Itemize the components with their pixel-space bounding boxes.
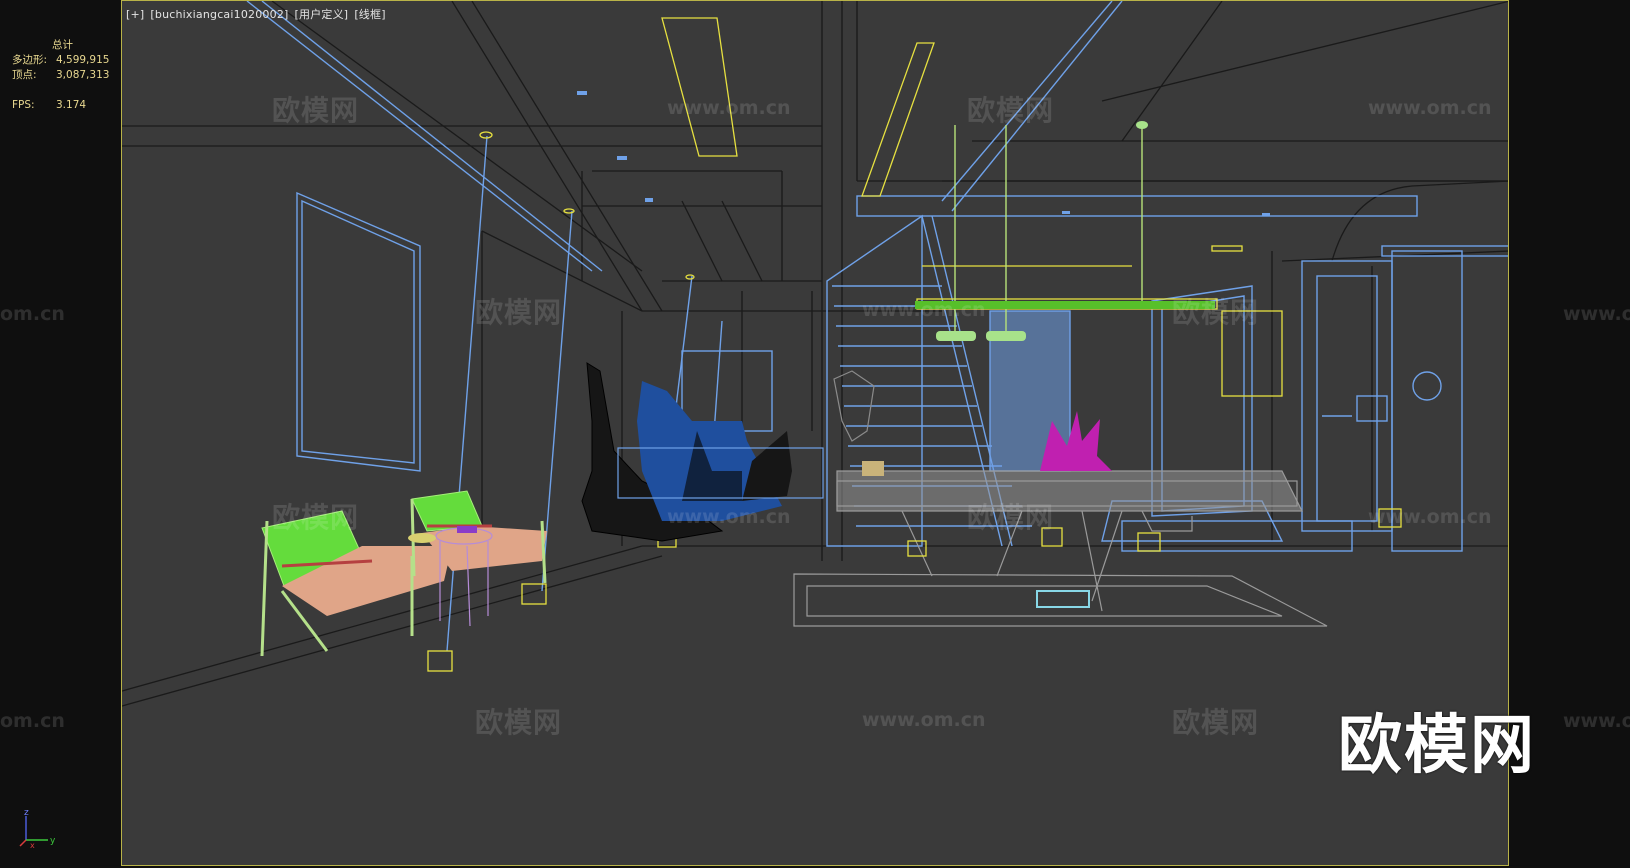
- 3d-viewport[interactable]: [+] [buchixiangcai1020002] [用户定义] [线框] 欧模网 …: [121, 0, 1509, 866]
- axis-y-label: y: [50, 836, 56, 846]
- axis-gizmo: z y x: [19, 808, 56, 848]
- watermark: www.o: [1563, 710, 1630, 732]
- fps-row: FPS: 3.174: [12, 98, 109, 113]
- vertex-count-row: 顶点: 3,087,313: [12, 68, 109, 83]
- viewport-shading-label[interactable]: [用户定义]: [295, 8, 349, 21]
- gym-equipment: [581, 362, 824, 542]
- watermark: om.cn: [0, 303, 65, 325]
- viewport-display-mode-label[interactable]: [线框]: [354, 8, 385, 21]
- axis-x-label: x: [30, 841, 35, 848]
- polygon-count-label: 多边形:: [12, 54, 48, 66]
- viewport-camera-label[interactable]: [buchixiangcai1020002]: [150, 8, 288, 21]
- polygon-count-row: 多边形: 4,599,915: [12, 53, 109, 68]
- wireframe-scene: [122, 1, 1508, 707]
- yellow-lights: [427, 17, 1402, 672]
- table-and-rug: [793, 470, 1328, 627]
- vertex-count-value: 3,087,313: [56, 69, 110, 81]
- polygon-count-value: 4,599,915: [56, 54, 110, 66]
- coffee-table: [1036, 590, 1090, 608]
- watermark: www.o: [1563, 303, 1630, 325]
- lounge-chairs: [260, 490, 547, 657]
- pendant-lights: [915, 121, 1215, 341]
- fps-label: FPS:: [12, 99, 35, 111]
- ceiling-spots: [577, 91, 1270, 216]
- viewport-label-bar: [+] [buchixiangcai1020002] [用户定义] [线框]: [126, 6, 392, 22]
- scene-statistics: 总计 多边形: 4,599,915 顶点: 3,087,313 FPS: 3.1…: [12, 38, 109, 113]
- fps-value: 3.174: [56, 99, 87, 111]
- viewport-plus-menu[interactable]: [+]: [126, 8, 144, 21]
- axis-z-label: z: [24, 808, 29, 818]
- watermark: om.cn: [0, 710, 65, 732]
- vertex-count-label: 顶点:: [12, 69, 37, 81]
- stats-total-label: 总计: [52, 39, 73, 51]
